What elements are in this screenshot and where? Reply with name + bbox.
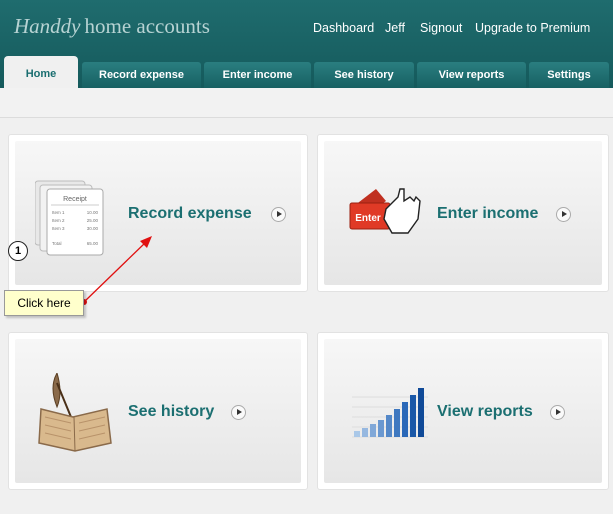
annotation-arrow: [81, 236, 152, 305]
click-here-tooltip: Click here: [4, 290, 84, 316]
annotation-number: 1: [8, 241, 28, 261]
